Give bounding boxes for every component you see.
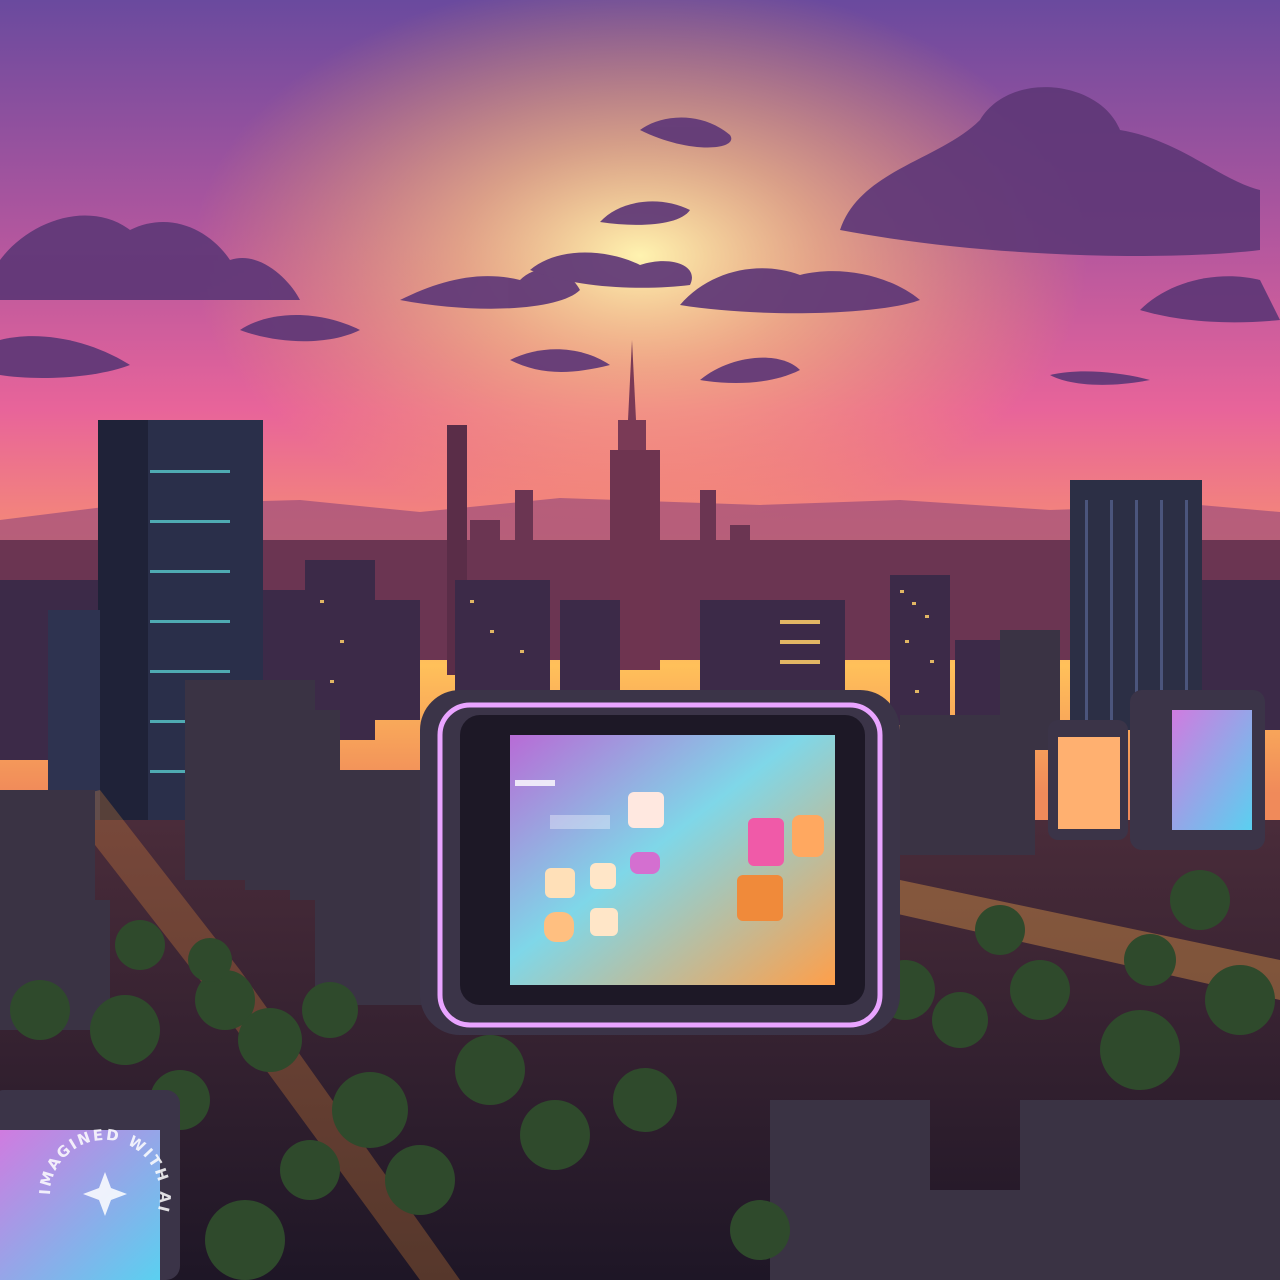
right-billboard-screen: [1172, 710, 1252, 830]
city-sunset-scene: [0, 0, 1280, 1280]
main-billboard: [420, 690, 900, 1035]
sparkle-logo-icon: [83, 1172, 127, 1216]
billboard-screen: [510, 735, 835, 985]
watermark: IMAGINED WITH AI: [36, 1126, 172, 1216]
